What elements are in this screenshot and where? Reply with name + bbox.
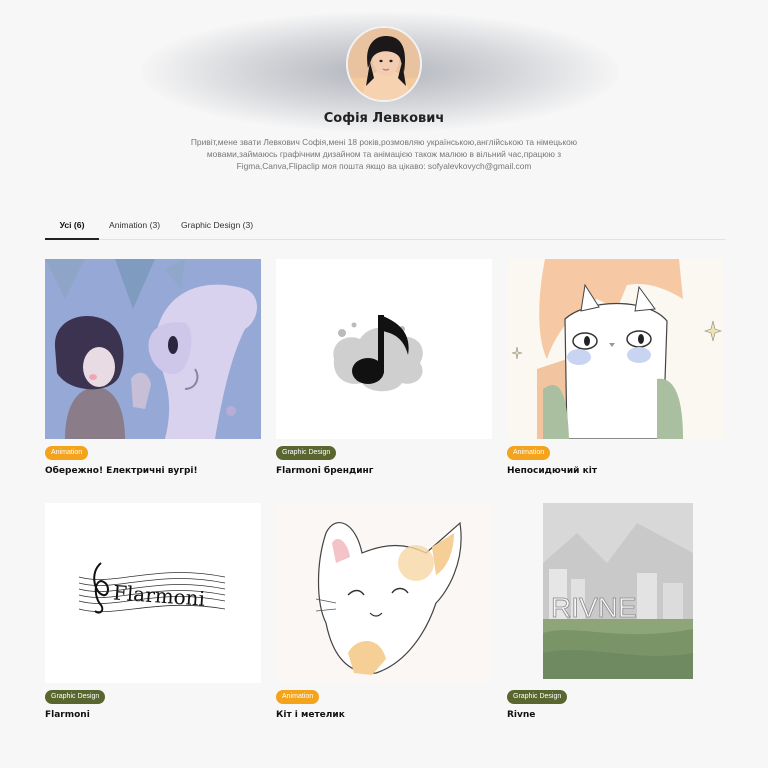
category-badge: Graphic Design	[507, 690, 568, 704]
avatar	[346, 26, 422, 102]
card-title[interactable]: Кіт і метелик	[276, 710, 345, 720]
category-badge: Animation	[276, 690, 320, 704]
tab-graphic-design[interactable]: Graphic Design (3)	[181, 216, 253, 240]
rivne-sign-text: RIVNE	[551, 592, 637, 623]
tab-all[interactable]: Усі (6)	[45, 216, 99, 240]
card-thumbnail[interactable]	[507, 259, 723, 439]
card-title[interactable]: Flarmoni брендинг	[276, 466, 373, 476]
category-tabs: Усі (6) Animation (3) Graphic Design (3)	[45, 216, 725, 240]
category-badge: Animation	[45, 446, 89, 460]
card-title[interactable]: Обережно! Електричні вугрі!	[45, 466, 198, 476]
card-title[interactable]: Непосидючий кіт	[507, 466, 597, 476]
card-title[interactable]: Flarmoni	[45, 710, 90, 720]
card-thumbnail[interactable]	[276, 503, 492, 683]
card-thumbnail[interactable]	[45, 259, 261, 439]
profile-bio: Привіт,мене звати Левкович Софія,мені 18…	[190, 137, 578, 172]
card-thumbnail[interactable]: RIVNE	[507, 503, 723, 683]
tab-animation[interactable]: Animation (3)	[109, 216, 160, 240]
card-title[interactable]: Rivne	[507, 710, 535, 720]
category-badge: Graphic Design	[276, 446, 337, 460]
profile-name: Софія Левкович	[323, 111, 445, 126]
category-badge: Animation	[507, 446, 551, 460]
card-thumbnail[interactable]	[276, 259, 492, 439]
card-thumbnail[interactable]: Flarmoni	[45, 503, 261, 683]
category-badge: Graphic Design	[45, 690, 106, 704]
